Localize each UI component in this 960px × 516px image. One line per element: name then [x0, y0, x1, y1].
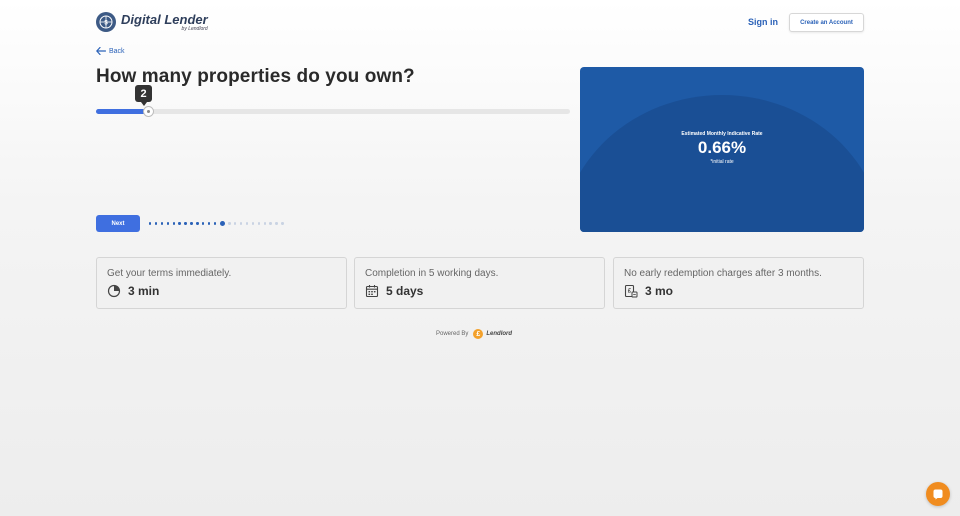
arrow-left-icon — [96, 47, 106, 55]
create-account-button[interactable]: Create an Account — [789, 13, 864, 32]
progress-dot — [234, 222, 237, 225]
slider-thumb[interactable] — [143, 106, 154, 117]
progress-dot — [207, 222, 211, 225]
powered-by-label: Powered By — [436, 331, 469, 337]
feature-card-redemption: No early redemption charges after 3 mont… — [613, 257, 864, 309]
chat-launcher-button[interactable] — [926, 482, 950, 506]
progress-dot — [166, 222, 170, 225]
progress-dot — [149, 222, 152, 225]
feature-title: No early redemption charges after 3 mont… — [624, 268, 822, 279]
powered-by-brand[interactable]: Lendlord — [486, 331, 512, 337]
progress-dot — [154, 222, 158, 225]
back-link[interactable]: Back — [96, 47, 125, 55]
feature-value: 3 mo — [645, 284, 674, 298]
rate-value: 0.66% — [697, 138, 747, 157]
header: $ Digital Lender by Lendlord Sign in Cre… — [0, 0, 960, 44]
progress-dot-current — [219, 221, 225, 226]
progress-dot — [263, 222, 266, 225]
feature-title: Completion in 5 working days. — [365, 268, 499, 279]
progress-dot — [160, 222, 164, 225]
back-label: Back — [109, 47, 125, 55]
rate-card: Estimated Monthly Indicative Rate 0.66% … — [580, 67, 864, 232]
progress-dot — [172, 222, 175, 225]
sign-in-link[interactable]: Sign in — [748, 17, 778, 27]
svg-text:$: $ — [104, 21, 108, 27]
logo-subtitle: by Lendlord — [181, 25, 208, 32]
pound-document-icon: £ — [624, 284, 638, 298]
rate-note: *initial rate — [710, 159, 734, 165]
slider-value-tooltip: 2 — [135, 85, 152, 106]
lendlord-coin-icon: £ — [473, 329, 484, 339]
feature-title: Get your terms immediately. — [107, 268, 232, 279]
progress-dot — [228, 222, 231, 225]
progress-dot — [239, 222, 243, 225]
clock-icon — [107, 284, 121, 298]
progress-dot — [245, 222, 249, 225]
progress-dot — [190, 222, 193, 225]
logo-title: Digital Lender — [121, 11, 208, 27]
properties-slider[interactable]: 2 — [96, 85, 570, 117]
next-button[interactable]: Next — [96, 215, 140, 232]
digital-lender-logo-icon: $ — [96, 12, 116, 32]
progress-dot — [275, 222, 278, 225]
progress-dot — [178, 222, 181, 225]
progress-dot — [257, 222, 261, 225]
progress-dot — [269, 222, 272, 225]
slider-fill — [96, 109, 148, 114]
progress-dot — [196, 222, 199, 225]
progress-dot — [202, 222, 205, 225]
feature-card-completion: Completion in 5 working days. 5 days — [354, 257, 605, 309]
powered-by: Powered By £ Lendlord — [436, 329, 512, 339]
progress-dot — [213, 222, 217, 225]
progress-dot — [281, 222, 284, 225]
logo[interactable]: $ Digital Lender by Lendlord — [96, 12, 208, 32]
calendar-icon — [365, 284, 379, 298]
svg-text:£: £ — [628, 289, 632, 295]
progress-dot — [184, 222, 187, 225]
step-progress-dots — [149, 221, 287, 226]
feature-card-terms: Get your terms immediately. 3 min — [96, 257, 347, 309]
rate-label: Estimated Monthly Indicative Rate — [681, 131, 763, 137]
feature-value: 3 min — [128, 284, 160, 298]
feature-value: 5 days — [386, 284, 424, 298]
progress-dot — [251, 222, 255, 225]
chat-icon — [933, 489, 943, 500]
